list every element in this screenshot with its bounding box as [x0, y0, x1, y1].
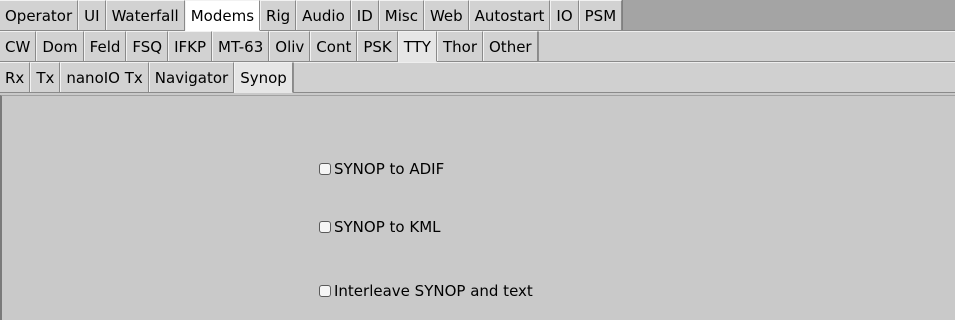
synop-to-adif-checkbox[interactable]: SYNOP to ADIF	[319, 160, 444, 178]
tab-autostart[interactable]: Autostart	[468, 0, 551, 30]
tab-operator[interactable]: Operator	[0, 0, 79, 30]
checkbox-box[interactable]	[319, 285, 331, 297]
tab-rx[interactable]: Rx	[0, 62, 31, 92]
tab-fsq[interactable]: FSQ	[126, 31, 169, 61]
tty-tab-bar: Rx Tx nanoIO Tx Navigator Synop	[0, 62, 955, 93]
tab-ifkp[interactable]: IFKP	[168, 31, 213, 61]
tab-synop[interactable]: Synop	[234, 62, 293, 93]
tab-web[interactable]: Web	[423, 0, 469, 30]
tab-oliv[interactable]: Oliv	[269, 31, 311, 61]
checkbox-label: SYNOP to ADIF	[334, 160, 445, 178]
tab-tx[interactable]: Tx	[30, 62, 61, 92]
tab-ui[interactable]: UI	[78, 0, 106, 30]
synop-to-kml-checkbox[interactable]: SYNOP to KML	[319, 218, 441, 236]
tab-bar-filler	[622, 0, 955, 30]
tab-cw[interactable]: CW	[0, 31, 37, 61]
tab-misc[interactable]: Misc	[378, 0, 424, 30]
tab-psk[interactable]: PSK	[357, 31, 398, 61]
config-window: Operator UI Waterfall Modems Rig Audio I…	[0, 0, 955, 320]
tab-io[interactable]: IO	[550, 0, 579, 30]
tab-rig[interactable]: Rig	[260, 0, 297, 30]
main-tab-bar: Operator UI Waterfall Modems Rig Audio I…	[0, 0, 955, 31]
tab-id[interactable]: ID	[350, 0, 379, 30]
tab-psm[interactable]: PSM	[578, 0, 623, 30]
tab-navigator[interactable]: Navigator	[148, 62, 235, 92]
checkbox-label: SYNOP to KML	[334, 218, 441, 236]
interleave-synop-checkbox[interactable]: Interleave SYNOP and text	[319, 282, 533, 300]
tab-tty[interactable]: TTY	[397, 31, 437, 62]
tab-dom[interactable]: Dom	[36, 31, 84, 61]
synop-panel: SYNOP to ADIF SYNOP to KML Interleave SY…	[0, 95, 955, 320]
tab-nanoio-tx[interactable]: nanoIO Tx	[60, 62, 149, 92]
tab-mt63[interactable]: MT-63	[212, 31, 270, 61]
checkbox-box[interactable]	[319, 221, 331, 233]
tab-modems[interactable]: Modems	[184, 0, 261, 31]
tab-bar-filler	[292, 62, 955, 92]
modem-tab-bar: CW Dom Feld FSQ IFKP MT-63 Oliv Cont PSK…	[0, 31, 955, 62]
tab-waterfall[interactable]: Waterfall	[105, 0, 185, 30]
tab-bar-filler	[537, 31, 955, 61]
tab-feld[interactable]: Feld	[83, 31, 127, 61]
tab-other[interactable]: Other	[483, 31, 538, 61]
tab-thor[interactable]: Thor	[436, 31, 483, 61]
tab-audio[interactable]: Audio	[296, 0, 351, 30]
checkbox-box[interactable]	[319, 163, 331, 175]
checkbox-label: Interleave SYNOP and text	[334, 282, 533, 300]
tab-cont[interactable]: Cont	[310, 31, 358, 61]
